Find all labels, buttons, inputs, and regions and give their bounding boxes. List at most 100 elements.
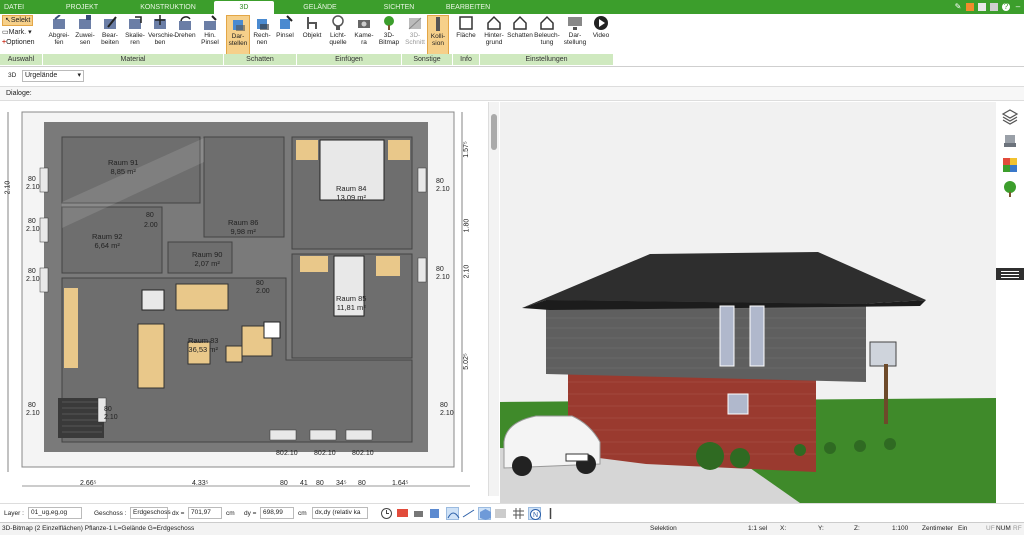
bottom-toolbar: Layer : 01_ug,eg,og Geschoss : Erdgescho…: [0, 503, 1024, 522]
dx-label: dx =: [172, 510, 185, 517]
schatten-pinsel-button[interactable]: Pinsel: [274, 15, 296, 57]
tab-3d[interactable]: 3D: [214, 1, 274, 14]
3d-bitmap-button[interactable]: 3D- Bitmap: [377, 15, 401, 57]
darstellen-button[interactable]: Dar- stellen: [226, 15, 250, 57]
window-controls: ✎ ? –: [954, 0, 1022, 14]
tab-gelaende[interactable]: GELÄNDE: [282, 1, 358, 14]
3d-view[interactable]: [500, 102, 996, 503]
shadow-compute-icon: [257, 19, 269, 30]
tab-konstruktion[interactable]: KONSTRUKTION: [130, 1, 206, 14]
group-auswahl: Auswahl: [0, 54, 42, 65]
print-icon[interactable]: [412, 507, 425, 520]
palette-icon[interactable]: [1001, 156, 1019, 174]
group-sonstige: Sonstige: [402, 54, 452, 65]
flaeche-button[interactable]: Fläche: [454, 15, 478, 57]
tree-icon[interactable]: [1001, 180, 1019, 198]
tab-datei[interactable]: DATEI: [0, 1, 24, 14]
lichtquelle-button[interactable]: Licht- quelle: [325, 15, 351, 57]
dimension-label: 80: [440, 402, 448, 409]
copy-icon[interactable]: [990, 3, 998, 11]
terrain-select[interactable]: Urgelände ▾: [22, 70, 84, 82]
grid-icon[interactable]: [512, 507, 525, 520]
dy-unit: cm: [298, 510, 307, 517]
dimension-label: 80: [28, 218, 36, 225]
dimension-label: 4.33⁵: [192, 480, 209, 487]
line-icon[interactable]: [462, 507, 475, 520]
bearbeiten-button[interactable]: Bear- beiten: [98, 15, 122, 57]
coordinate-mode-select[interactable]: dx,dy (relativ ka: [312, 507, 368, 519]
optionen-button[interactable]: +Optionen: [2, 39, 35, 46]
rechnen-button[interactable]: Rech- nen: [251, 15, 273, 57]
dy-input[interactable]: 698,99: [260, 507, 294, 519]
pages-icon[interactable]: [978, 3, 986, 11]
mark-button[interactable]: ▭Mark. ▾: [2, 28, 32, 36]
view-mode-label: 3D: [8, 72, 17, 79]
tab-projekt[interactable]: PROJEKT: [44, 1, 120, 14]
dimension-label: 80: [28, 176, 36, 183]
objekt-button[interactable]: Objekt: [300, 15, 324, 57]
cube-icon[interactable]: [478, 507, 491, 520]
clock-icon[interactable]: [380, 507, 393, 520]
north-icon[interactable]: N: [528, 507, 541, 520]
dimension-label: 2.10: [440, 410, 454, 417]
chair-icon[interactable]: [1001, 132, 1019, 150]
dimension-label: 80: [436, 266, 444, 273]
scrollbar-thumb[interactable]: [491, 114, 497, 150]
hintergrund-button[interactable]: Hinter- grund: [482, 15, 506, 57]
pen-tool-icon[interactable]: [544, 507, 557, 520]
curve-snap-icon[interactable]: [446, 507, 460, 520]
snap-icon[interactable]: [428, 507, 441, 520]
dx-unit: cm: [226, 510, 235, 517]
group-einstellungen: Einstellungen: [480, 54, 613, 65]
collision-icon: [436, 17, 440, 31]
schatten-settings-button[interactable]: Schatten: [507, 15, 533, 57]
menu-icon[interactable]: [996, 268, 1024, 280]
dx-input[interactable]: 701,97: [188, 507, 222, 519]
layers-toggle-icon[interactable]: [494, 507, 507, 520]
dy-label: dy =: [244, 510, 257, 517]
edit-material-icon: [104, 16, 117, 29]
dimension-label: 2.10: [4, 180, 12, 195]
dimension-label: 2.00: [256, 288, 270, 295]
pen-icon[interactable]: ✎: [954, 3, 962, 11]
dimension-label: 34⁵: [336, 480, 347, 487]
kamera-button[interactable]: Kame- ra: [352, 15, 376, 57]
dimension-label: 1.80: [463, 218, 471, 233]
status-y: Y:: [818, 525, 824, 532]
assign-material-icon: [79, 15, 91, 29]
abgreifen-button[interactable]: Abgrei- fen: [46, 15, 72, 57]
group-material: Material: [43, 54, 223, 65]
drehen-button[interactable]: Drehen: [173, 15, 197, 57]
minimize-icon[interactable]: –: [1014, 3, 1022, 11]
tab-bearbeiten[interactable]: BEARBEITEN: [438, 1, 498, 14]
layout-icon[interactable]: [966, 3, 974, 11]
video-button[interactable]: Video: [590, 15, 612, 57]
room-label: Raum 85 11,81 m²: [336, 294, 367, 312]
layer-select[interactable]: 01_ug,eg,og: [28, 507, 82, 519]
verschieben-button[interactable]: Verschie- ben: [148, 15, 175, 57]
dimension-label: 2.10: [322, 450, 336, 457]
floor-plan-view[interactable]: Raum 91 8,85 m² Raum 92 6,64 m² Raum 90 2,0…: [0, 102, 488, 496]
status-ein: Ein: [958, 525, 968, 532]
help-icon[interactable]: ?: [1002, 3, 1010, 11]
status-selection-info: 3D-Bitmap (2 Einzelflächen) Pflanze-1 L=…: [2, 525, 195, 532]
status-x: X:: [780, 525, 787, 532]
zuweisen-button[interactable]: Zuwei- sen: [73, 15, 97, 57]
selekt-button[interactable]: ↖Selekt: [2, 15, 33, 26]
hin-pinsel-button[interactable]: Hin. Pinsel: [198, 15, 222, 57]
ribbon: ↖Selekt ▭Mark. ▾ +Optionen Auswahl Abgre…: [0, 14, 1024, 67]
geschoss-select[interactable]: Erdgeschoss: [130, 507, 171, 519]
layers-icon[interactable]: [1001, 108, 1019, 126]
plan-vertical-scrollbar[interactable]: [488, 102, 499, 496]
darstellung-button[interactable]: Dar- stellung: [561, 15, 589, 57]
dimension-label: 2.00: [144, 222, 158, 229]
tab-sichten[interactable]: SICHTEN: [366, 1, 432, 14]
3d-schnitt-button[interactable]: 3D- Schnitt: [404, 15, 426, 57]
kollision-button[interactable]: Kolli- sion: [427, 15, 449, 57]
scale-icon: [129, 16, 142, 29]
skalieren-button[interactable]: Skalie- ren: [123, 15, 147, 57]
screen-record-icon[interactable]: [396, 507, 409, 520]
beleuchtung-button[interactable]: Beleuch- tung: [534, 15, 560, 57]
status-scale: 1:100: [892, 525, 909, 532]
play-icon: [594, 16, 608, 30]
